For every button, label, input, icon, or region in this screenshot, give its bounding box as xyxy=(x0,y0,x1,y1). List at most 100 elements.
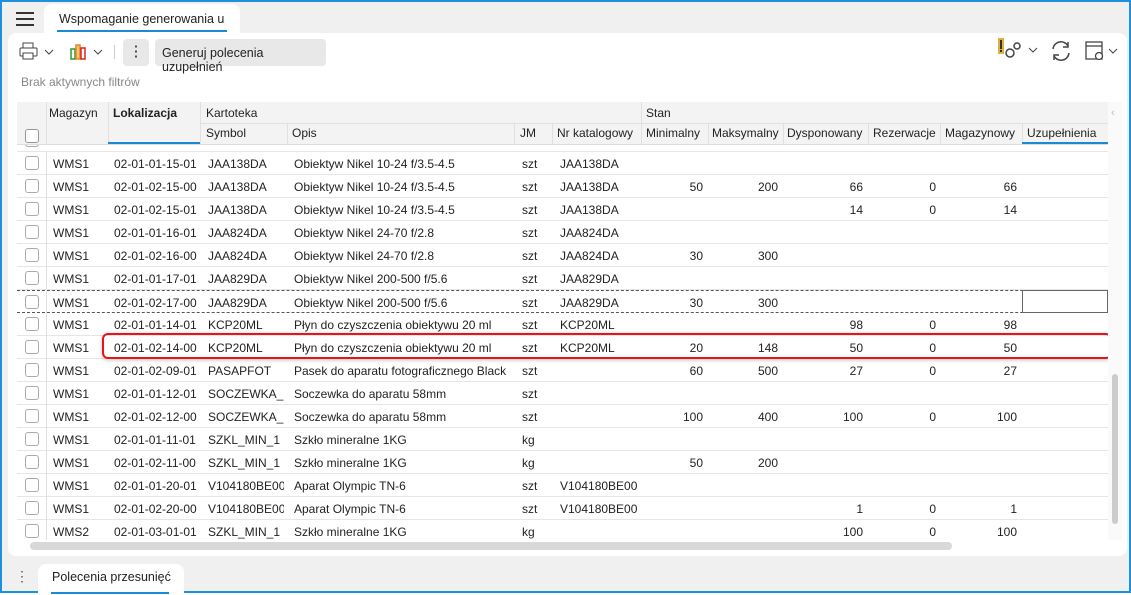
cell-jm: kg xyxy=(522,525,535,539)
settings-warning-icon[interactable] xyxy=(997,38,1041,65)
col-maksymalny[interactable]: Maksymalny xyxy=(712,126,779,140)
row-checkbox[interactable] xyxy=(25,340,39,354)
row-checkbox[interactable] xyxy=(25,501,39,515)
col-opis[interactable]: Opis xyxy=(292,126,317,140)
row-checkbox[interactable] xyxy=(25,478,39,492)
cell-jm: szt xyxy=(522,410,538,424)
cell-opis: Płyn do czyszczenia obiektywu 20 ml xyxy=(294,318,492,332)
row-checkbox[interactable] xyxy=(25,248,39,262)
table-row-partial[interactable] xyxy=(17,145,1108,152)
cell-opis: Soczewka do aparatu 58mm xyxy=(294,387,447,401)
cell-symbol: JAA824DA xyxy=(208,249,267,263)
cell-maksymalny: 148 xyxy=(757,341,778,355)
select-all-checkbox[interactable] xyxy=(25,129,39,143)
cell-jm: szt xyxy=(522,157,538,171)
cell-dysponowany: 100 xyxy=(842,525,863,539)
cell-opis: Obiektyw Nikel 24-70 f/2.8 xyxy=(294,249,435,263)
col-symbol[interactable]: Symbol xyxy=(206,126,246,140)
cell-jm: szt xyxy=(522,226,538,240)
horizontal-scrollbar[interactable] xyxy=(30,542,952,550)
table-row[interactable]: WMS1 02-01-01-11-01 SZKL_MIN_1 Szkło minera… xyxy=(17,428,1108,451)
cell-dysponowany: 100 xyxy=(842,410,863,424)
row-checkbox[interactable] xyxy=(25,386,39,400)
cell-opis: Szkło mineralne 1KG xyxy=(294,456,407,470)
cell-lokalizacja: 02-01-01-14-01 xyxy=(114,318,197,332)
cell-magazyn: WMS2 xyxy=(53,525,89,539)
row-checkbox[interactable] xyxy=(25,295,39,309)
table-row[interactable]: WMS1 02-01-02-17-00 JAA829DA Obiektyw Nikel… xyxy=(17,290,1108,314)
focused-cell[interactable] xyxy=(1022,290,1108,313)
col-magazyn[interactable]: Magazyn xyxy=(49,106,98,120)
tab-main[interactable]: Wspomaganie generowania uzupełnień xyxy=(44,4,240,33)
table-row[interactable]: WMS1 02-01-02-15-00 JAA138DA Obiektyw Nikel… xyxy=(17,175,1108,198)
row-checkbox[interactable] xyxy=(25,156,39,170)
col-dysponowany[interactable]: Dysponowany xyxy=(787,126,862,140)
table-row[interactable]: WMS2 02-01-03-01-01 SZKL_MIN_1 Szkło minera… xyxy=(17,520,1108,540)
row-checkbox[interactable] xyxy=(25,271,39,285)
cell-minimalny: 30 xyxy=(689,296,703,310)
row-checkbox[interactable] xyxy=(25,432,39,446)
table-row[interactable]: WMS1 02-01-02-20-00 V104180BE00 Aparat Olym… xyxy=(17,497,1108,520)
cell-jm: szt xyxy=(522,180,538,194)
table-row[interactable]: WMS1 02-01-01-12-01 SOCZEWKA_5 Soczewka do … xyxy=(17,382,1108,405)
cell-magazyn: WMS1 xyxy=(53,249,89,263)
table-row[interactable]: WMS1 02-01-01-17-01 JAA829DA Obiektyw Nikel… xyxy=(17,267,1108,290)
cell-rezerwacje: 0 xyxy=(929,318,936,332)
cell-nr-katalogowy: JAA138DA xyxy=(560,157,619,171)
table-row[interactable]: WMS1 02-01-02-12-00 SOCZEWKA_5 Soczewka do … xyxy=(17,405,1108,428)
col-magazynowy[interactable]: Magazynowy xyxy=(945,126,1015,140)
more-options-button[interactable]: ⋮ xyxy=(123,39,149,66)
window-settings-icon[interactable] xyxy=(1085,40,1121,65)
cell-symbol: V104180BE00 xyxy=(208,479,284,493)
col-uzupelnienia[interactable]: Uzupełnienia xyxy=(1027,126,1096,140)
cell-nr-katalogowy: KCP20ML xyxy=(560,341,615,355)
table-row[interactable]: WMS1 02-01-01-16-01 JAA824DA Obiektyw Nikel… xyxy=(17,221,1108,244)
cell-maksymalny: 200 xyxy=(757,456,778,470)
app-window: Wspomaganie generowania uzupełnień ⋮ Gen… xyxy=(0,0,1131,595)
vertical-scroll-thumb[interactable] xyxy=(1112,374,1118,524)
col-lokalizacja[interactable]: Lokalizacja xyxy=(113,106,177,120)
cell-opis: Obiektyw Nikel 24-70 f/2.8 xyxy=(294,226,435,240)
col-nr-katalogowy[interactable]: Nr katalogowy xyxy=(557,126,633,140)
cell-dysponowany: 50 xyxy=(849,341,863,355)
cell-nr-katalogowy: JAA138DA xyxy=(560,203,619,217)
cell-nr-katalogowy: JAA829DA xyxy=(560,296,619,310)
hamburger-icon[interactable] xyxy=(16,12,34,26)
refresh-icon[interactable] xyxy=(1050,40,1072,65)
cell-maksymalny: 300 xyxy=(757,249,778,263)
cell-jm: kg xyxy=(522,456,535,470)
table-row[interactable]: WMS1 02-01-01-14-01 KCP20ML Płyn do czyszcz… xyxy=(17,313,1108,336)
col-rezerwacje[interactable]: Rezerwacje xyxy=(873,126,936,140)
printer-icon[interactable] xyxy=(19,42,55,65)
col-jm[interactable]: JM xyxy=(520,126,536,140)
cell-magazyn: WMS1 xyxy=(53,410,89,424)
cell-lokalizacja: 02-01-02-09-01 xyxy=(114,364,197,378)
row-checkbox[interactable] xyxy=(25,202,39,216)
table-row[interactable]: WMS1 02-01-02-14-00 KCP20ML Płyn do czyszcz… xyxy=(17,336,1108,359)
table-row[interactable]: WMS1 02-01-01-20-01 V104180BE00 Aparat Olym… xyxy=(17,474,1108,497)
tab-polecenia-przesuniec[interactable]: Polecenia przesunięć xyxy=(38,564,184,595)
row-checkbox[interactable] xyxy=(25,317,39,331)
cell-magazynowy: 100 xyxy=(996,525,1017,539)
table-row[interactable]: WMS1 02-01-02-11-00 SZKL_MIN_1 Szkło minera… xyxy=(17,451,1108,474)
row-checkbox[interactable] xyxy=(25,524,39,538)
cell-magazyn: WMS1 xyxy=(53,456,89,470)
cell-jm: szt xyxy=(522,249,538,263)
cell-magazyn: WMS1 xyxy=(53,157,89,171)
row-checkbox[interactable] xyxy=(25,455,39,469)
table-row[interactable]: WMS1 02-01-02-15-01 JAA138DA Obiektyw Nikel… xyxy=(17,198,1108,221)
cell-opis: Aparat Olympic TN-6 xyxy=(294,502,406,516)
row-checkbox[interactable] xyxy=(25,225,39,239)
col-minimalny[interactable]: Minimalny xyxy=(646,126,700,140)
row-checkbox[interactable] xyxy=(25,409,39,423)
row-checkbox[interactable] xyxy=(25,179,39,193)
table-row[interactable]: WMS1 02-01-01-15-01 JAA138DA Obiektyw Nikel… xyxy=(17,152,1108,175)
table-row[interactable]: WMS1 02-01-02-09-01 PASAPFOT Pasek do apara… xyxy=(17,359,1108,382)
bottom-more-icon[interactable]: ⋮ xyxy=(15,568,29,585)
cell-symbol: SZKL_MIN_1 xyxy=(208,525,281,539)
bar-chart-icon[interactable] xyxy=(70,42,106,65)
row-checkbox[interactable] xyxy=(25,363,39,377)
generate-replenishment-button[interactable]: Generuj polecenia uzupełnień xyxy=(155,39,326,74)
table-row[interactable]: WMS1 02-01-02-16-00 JAA824DA Obiektyw Nikel… xyxy=(17,244,1108,267)
vertical-scrollbar[interactable]: ‹ xyxy=(1108,102,1122,540)
